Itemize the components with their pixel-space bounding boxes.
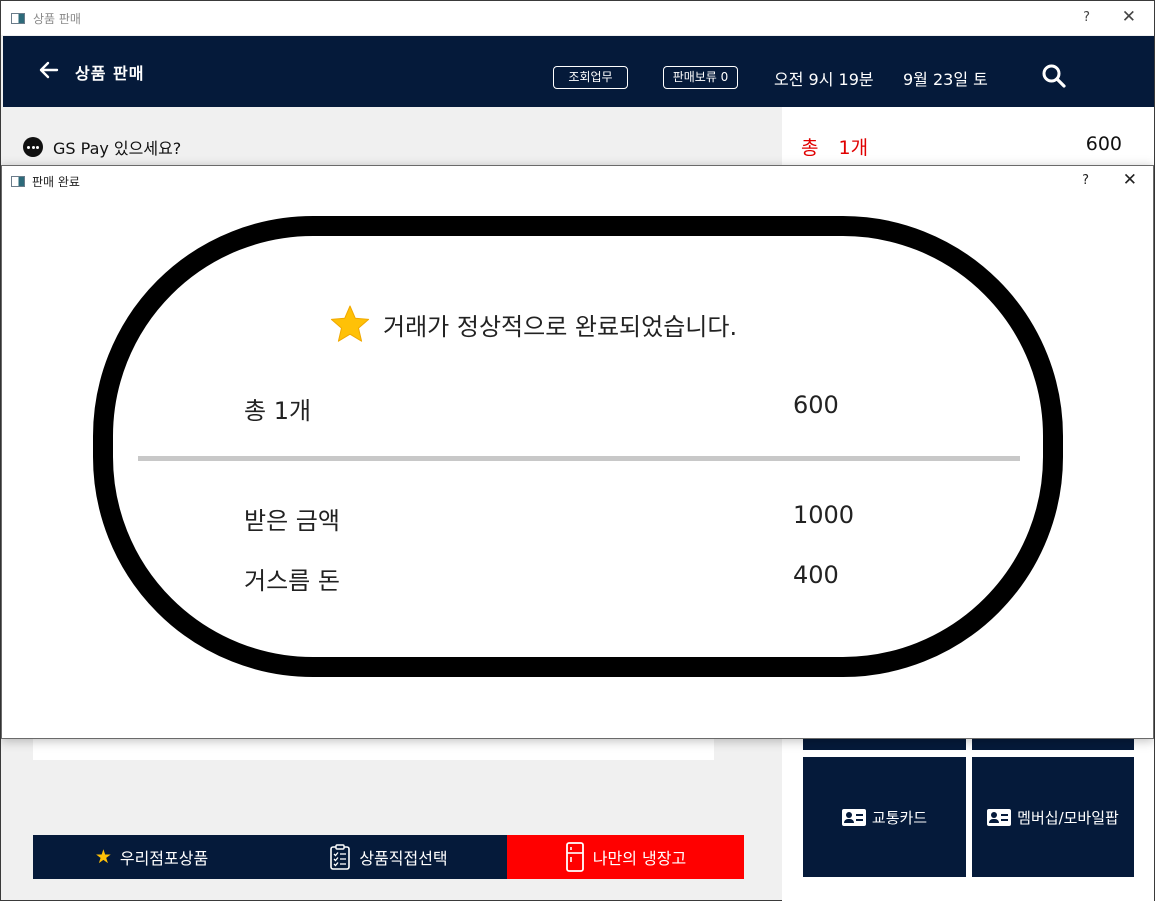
summary-total-label: 총 <box>801 137 819 159</box>
total-count-label: 총 1개 <box>244 397 312 425</box>
back-arrow-icon[interactable] <box>37 56 59 84</box>
chat-bubble-icon <box>23 137 43 157</box>
dialog-help-button[interactable]: ? <box>1082 173 1089 188</box>
total-amount-value: 600 <box>793 391 839 419</box>
sale-complete-dialog: 판매 완료 ? ✕ 거래가 정상적으로 완료되었습니다. 총 1개 600 받은… <box>1 165 1154 739</box>
tab-direct-select[interactable]: 상품직접선택 <box>270 835 507 879</box>
received-amount-label: 받은 금액 <box>244 507 340 535</box>
star-icon: ★ <box>94 846 112 868</box>
window-title: 상품 판매 <box>33 11 81 26</box>
id-card-icon <box>987 808 1012 826</box>
dialog-close-button[interactable]: ✕ <box>1123 170 1137 190</box>
tab-store-products-label: 우리점포상품 <box>119 849 209 868</box>
completion-message: 거래가 정상적으로 완료되었습니다. <box>383 312 738 341</box>
summary-count: 1개 <box>838 137 869 159</box>
window-close-button[interactable]: ✕ <box>1122 7 1136 27</box>
fridge-icon <box>565 842 584 872</box>
tab-my-fridge[interactable]: 나만의 냉장고 <box>507 835 744 879</box>
membership-button[interactable]: 멤버십/모바일팝 <box>972 757 1134 877</box>
completion-headline: 거래가 정상적으로 완료되었습니다. <box>329 304 737 344</box>
search-icon[interactable] <box>1041 63 1067 89</box>
gspay-prompt-text: GS Pay 있으세요? <box>53 139 182 158</box>
change-value: 400 <box>793 561 839 589</box>
bottom-tab-bar: ★ 우리점포상품 상품직접선택 나만의 냉장고 <box>33 835 744 879</box>
received-amount-value: 1000 <box>793 501 855 529</box>
summary-total-count: 총 1개 <box>801 133 868 160</box>
membership-label: 멤버십/모바일팝 <box>1017 808 1119 827</box>
divider <box>138 456 1020 461</box>
sale-hold-button[interactable]: 판매보류 0 <box>663 66 738 89</box>
dialog-titlebar: 판매 완료 ? ✕ <box>2 166 1153 196</box>
header-bar: 상품 판매 조회업무 판매보류 0 오전 9시 19분 9월 23일 토 <box>3 36 1154 107</box>
checklist-icon <box>330 844 351 870</box>
summary-total-amount: 600 <box>1085 133 1122 155</box>
star-icon <box>330 305 370 342</box>
app-icon <box>11 12 25 24</box>
dialog-title: 판매 완료 <box>32 174 80 189</box>
inquiry-button[interactable]: 조회업무 <box>553 66 628 89</box>
transport-card-button[interactable]: 교통카드 <box>803 757 966 877</box>
change-label: 거스름 돈 <box>244 567 340 595</box>
transport-card-label: 교통카드 <box>871 808 928 827</box>
product-list-area <box>33 739 714 760</box>
clock-date: 9월 23일 토 <box>903 70 988 89</box>
tab-my-fridge-label: 나만의 냉장고 <box>592 849 687 868</box>
receipt-summary-frame: 거래가 정상적으로 완료되었습니다. 총 1개 600 받은 금액 1000 거… <box>93 216 1063 677</box>
clock-time: 오전 9시 19분 <box>774 70 874 89</box>
app-icon <box>11 175 25 187</box>
tab-direct-select-label: 상품직접선택 <box>359 849 448 868</box>
gspay-prompt[interactable]: GS Pay 있으세요? <box>23 135 181 159</box>
page-title: 상품 판매 <box>75 64 145 83</box>
window-titlebar: 상품 판매 ? ✕ <box>1 1 1154 35</box>
id-card-icon <box>841 808 866 826</box>
window-help-button[interactable]: ? <box>1083 10 1090 25</box>
tab-store-products[interactable]: ★ 우리점포상품 <box>33 835 270 879</box>
